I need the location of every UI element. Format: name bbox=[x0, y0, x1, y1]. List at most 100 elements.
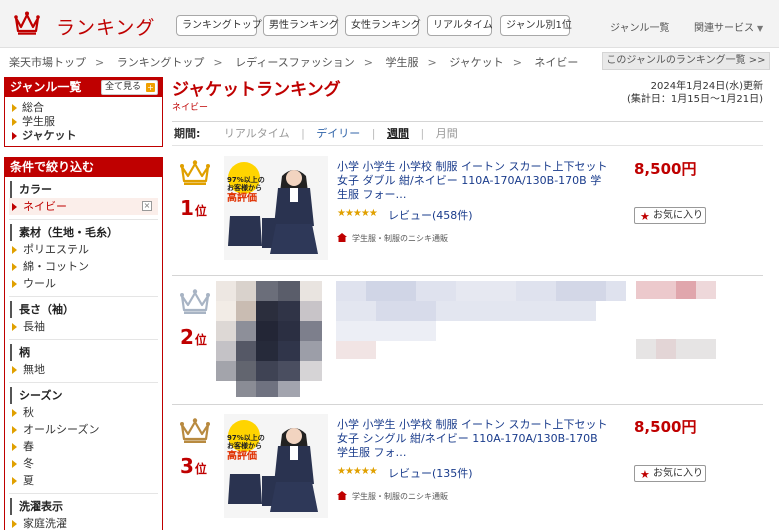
logo-text[interactable]: ランキング bbox=[56, 13, 155, 40]
nav-genre-list-label: ジャンル一覧 bbox=[610, 23, 670, 34]
genre-list-box: ジャンル一覧 全て見る + 総合 学生服 ジャケット bbox=[4, 77, 163, 147]
filter-item-winter[interactable]: 冬 bbox=[5, 455, 162, 472]
filter-item-label: オールシーズン bbox=[23, 423, 100, 436]
triangle-bullet-icon bbox=[12, 203, 17, 211]
filter-item-long-sleeve[interactable]: 長袖 bbox=[5, 318, 162, 335]
filter-item-plain[interactable]: 無地 bbox=[5, 361, 162, 378]
filter-item-all-season[interactable]: オールシーズン bbox=[5, 421, 162, 438]
breadcrumb: 楽天市場トップ > ランキングトップ > レディースファッション > 学生服 > ジャケ… bbox=[9, 56, 579, 69]
filter-item-label: 長袖 bbox=[23, 320, 45, 333]
breadcrumb-item[interactable]: 楽天市場トップ bbox=[9, 56, 86, 69]
product-thumbnail[interactable]: 97%以上の お客様から 高評価 bbox=[224, 156, 328, 260]
filter-section-title: シーズン bbox=[10, 387, 162, 404]
breadcrumb-item[interactable]: ランキングトップ bbox=[117, 56, 205, 69]
genre-list-header: ジャンル一覧 全て見る + bbox=[5, 78, 162, 97]
period-label: 期間: bbox=[174, 127, 201, 140]
product-title-link[interactable]: 小学 小学生 小学校 制服 イートン スカート上下セット 女子 シングル 紺/ネ… bbox=[337, 418, 612, 460]
filter-title: 条件で絞り込む bbox=[10, 160, 95, 174]
ranking-item: 1位 97%以上の お客様から 高評価 小学 小学生 小学校 制服 イートン ス… bbox=[172, 148, 763, 276]
uniform-image-icon bbox=[224, 414, 328, 518]
thumb-badge: 97%以上の お客様から 高評価 bbox=[227, 176, 265, 204]
period-weekly[interactable]: 週間 bbox=[387, 122, 409, 145]
shop-link[interactable]: 学生服・制服のニシキ通販 bbox=[337, 233, 448, 244]
filter-section-season: シーズン 秋 オールシーズン 春 冬 夏 bbox=[5, 387, 162, 489]
filter-section-title: 柄 bbox=[10, 344, 162, 361]
genre-ranking-list-link[interactable]: このジャンルのランキング一覧 >> bbox=[602, 52, 770, 70]
nav-genre-list-link[interactable]: ジャンル一覧 bbox=[610, 19, 670, 34]
filter-section-title: 素材（生地・毛糸） bbox=[10, 224, 162, 241]
filter-section-material: 素材（生地・毛糸） ポリエステル 綿・コットン ウール bbox=[5, 224, 162, 292]
blurred-thumbnail[interactable] bbox=[216, 281, 340, 397]
period-realtime[interactable]: リアルタイム bbox=[224, 122, 290, 145]
filter-section-washing: 洗濯表示 家庭洗濯 bbox=[5, 498, 162, 530]
nav-ranking-top-button[interactable]: ランキングトップ bbox=[176, 15, 262, 36]
filter-item-label: 冬 bbox=[23, 457, 34, 470]
clear-filter-icon[interactable]: × bbox=[142, 201, 152, 211]
triangle-bullet-icon bbox=[12, 460, 17, 468]
triangle-bullet-icon bbox=[12, 246, 17, 254]
filter-section-title: カラー bbox=[10, 181, 162, 198]
genre-item-school-uniform[interactable]: 学生服 bbox=[11, 115, 162, 129]
filter-item-label: ポリエステル bbox=[23, 243, 89, 256]
filter-box: 条件で絞り込む カラー ネイビー × 素材（生地・毛糸） ポリエステル 綿・コット… bbox=[4, 157, 163, 530]
genre-item-jacket[interactable]: ジャケット bbox=[11, 129, 162, 143]
filter-item-label: 秋 bbox=[23, 406, 34, 419]
favorite-button[interactable]: ★ お気に入り bbox=[634, 465, 706, 482]
product-title-link[interactable]: 小学 小学生 小学校 制服 イートン スカート上下セット 女子 ダブル 紺/ネイ… bbox=[337, 160, 612, 202]
page-title: ジャケットランキング bbox=[172, 80, 341, 100]
favorite-label: お気に入り bbox=[653, 468, 703, 479]
nav-genre-first-button[interactable]: ジャンル別1位 bbox=[500, 15, 572, 36]
product-thumbnail[interactable]: 97%以上の お客様から 高評価 bbox=[224, 414, 328, 518]
review-link[interactable]: レビュー(135件) bbox=[388, 465, 473, 481]
home-icon bbox=[337, 491, 347, 500]
breadcrumb-item[interactable]: ジャケット bbox=[449, 56, 503, 69]
triangle-bullet-icon bbox=[12, 443, 17, 451]
thumb-badge: 97%以上の お客様から 高評価 bbox=[227, 434, 265, 462]
nav-male-ranking-button[interactable]: 男性ランキング bbox=[263, 15, 339, 36]
filter-item-autumn[interactable]: 秋 bbox=[5, 404, 162, 421]
crown-logo-icon[interactable] bbox=[14, 10, 40, 36]
genre-item-overall[interactable]: 総合 bbox=[11, 101, 162, 115]
period-monthly[interactable]: 月間 bbox=[436, 122, 458, 145]
filter-section-sleeve: 長さ（袖） 長袖 bbox=[5, 301, 162, 335]
nav-female-ranking-button[interactable]: 女性ランキング bbox=[345, 15, 421, 36]
product-price: 8,500円 bbox=[634, 418, 697, 436]
period-selector: 期間: リアルタイム | デイリー | 週間 | 月間 bbox=[172, 121, 763, 146]
filter-item-navy[interactable]: ネイビー × bbox=[9, 198, 158, 215]
filter-item-home-wash[interactable]: 家庭洗濯 bbox=[5, 515, 162, 530]
filter-item-polyester[interactable]: ポリエステル bbox=[5, 241, 162, 258]
page-subtitle: ネイビー bbox=[172, 103, 209, 113]
shop-name: 学生服・制服のニシキ通販 bbox=[352, 492, 448, 501]
filter-item-label: 綿・コットン bbox=[23, 260, 89, 273]
triangle-bullet-icon bbox=[12, 263, 17, 271]
favorite-button[interactable]: ★ お気に入り bbox=[634, 207, 706, 224]
filter-item-cotton[interactable]: 綿・コットン bbox=[5, 258, 162, 275]
triangle-bullet-icon bbox=[12, 280, 17, 288]
star-icon: ★ bbox=[640, 468, 650, 481]
blurred-price bbox=[636, 281, 718, 361]
filter-item-label: 無地 bbox=[23, 363, 45, 376]
rating-stars: ★★★★★ bbox=[337, 466, 378, 477]
see-all-button[interactable]: 全て見る + bbox=[100, 80, 158, 95]
genre-item-label: ジャケット bbox=[22, 129, 77, 142]
ranking-item: 2位 bbox=[172, 277, 763, 405]
review-link[interactable]: レビュー(458件) bbox=[388, 207, 473, 223]
filter-item-wool[interactable]: ウール bbox=[5, 275, 162, 292]
nav-related-services-link[interactable]: 関連サービス ▼ bbox=[694, 19, 763, 34]
filter-item-summer[interactable]: 夏 bbox=[5, 472, 162, 489]
aggregation-period: (集計日：1月15日〜1月21日) bbox=[627, 94, 763, 105]
see-all-label: 全て見る bbox=[104, 82, 141, 92]
rank-number: 2位 bbox=[180, 325, 207, 349]
chevron-down-icon: ▼ bbox=[757, 24, 764, 33]
shop-link[interactable]: 学生服・制服のニシキ通販 bbox=[337, 491, 448, 502]
rank-number: 1位 bbox=[180, 196, 207, 220]
filter-item-label: 家庭洗濯 bbox=[23, 517, 67, 530]
filter-item-label: ネイビー bbox=[23, 200, 67, 213]
update-info: 2024年1月24日(水)更新 (集計日：1月15日〜1月21日) bbox=[627, 80, 763, 106]
period-daily[interactable]: デイリー bbox=[316, 122, 360, 145]
blurred-product-info[interactable] bbox=[336, 281, 626, 361]
breadcrumb-item[interactable]: レディースファッション bbox=[235, 56, 355, 69]
breadcrumb-item[interactable]: 学生服 bbox=[386, 56, 419, 69]
nav-realtime-button[interactable]: リアルタイム bbox=[427, 15, 493, 36]
filter-item-spring[interactable]: 春 bbox=[5, 438, 162, 455]
